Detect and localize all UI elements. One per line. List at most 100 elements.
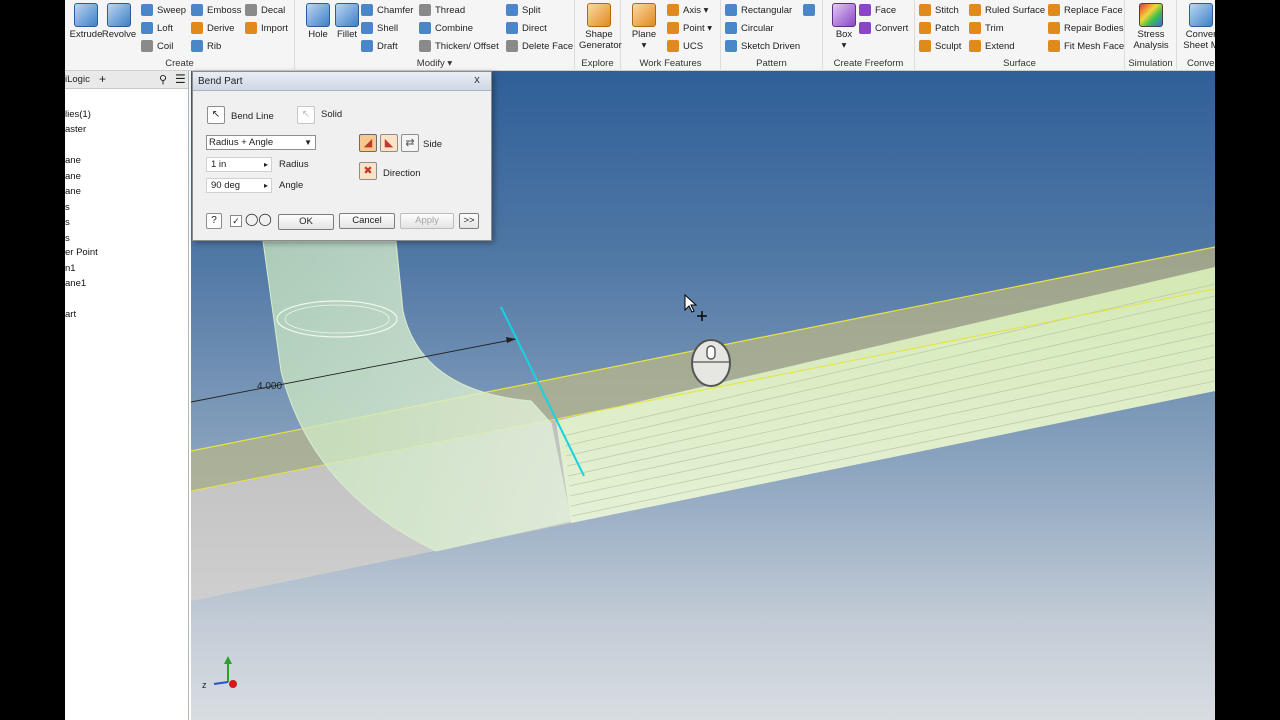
freeform-convert-button[interactable]: Convert bbox=[859, 20, 908, 36]
repair-bodies-button[interactable]: Repair Bodies bbox=[1048, 20, 1124, 36]
pattern-group-label: Pattern bbox=[756, 58, 787, 69]
shell-button[interactable]: Shell bbox=[361, 20, 398, 36]
view-triad[interactable]: z bbox=[200, 652, 246, 698]
fillet-icon bbox=[335, 3, 359, 27]
radius-input[interactable]: 1 in ▸ bbox=[206, 157, 272, 172]
patch-button[interactable]: Patch bbox=[919, 20, 959, 36]
extend-icon bbox=[969, 40, 981, 52]
angle-input[interactable]: 90 deg ▸ bbox=[206, 178, 272, 193]
dialog-titlebar[interactable]: Bend Part x bbox=[193, 72, 491, 91]
thicken-offset-button[interactable]: Thicken/ Offset bbox=[419, 38, 499, 54]
search-icon[interactable]: ⚲ bbox=[159, 73, 167, 86]
modify-group-label[interactable]: Modify ▾ bbox=[295, 58, 574, 69]
plane-button[interactable]: Plane ▾ bbox=[625, 2, 663, 51]
ribbon-group-simulation: Stress Analysis Simulation bbox=[1125, 0, 1177, 71]
import-button[interactable]: Import bbox=[245, 20, 288, 36]
circular-pattern-button[interactable]: Circular bbox=[725, 20, 774, 36]
browser-tree-item[interactable]: ane bbox=[65, 186, 81, 197]
plane-icon bbox=[632, 3, 656, 27]
freeform-face-button[interactable]: Face bbox=[859, 2, 896, 18]
ruled-surface-button[interactable]: Ruled Surface bbox=[969, 2, 1045, 18]
solid-select-button[interactable]: ↖ bbox=[297, 106, 315, 124]
coil-button[interactable]: Coil bbox=[141, 38, 173, 54]
trim-button[interactable]: Trim bbox=[969, 20, 1004, 36]
convert-sheet-metal-button[interactable]: Conver Sheet M bbox=[1181, 2, 1215, 51]
browser-tree-item[interactable]: ane bbox=[65, 155, 81, 166]
browser-tree-item[interactable]: art bbox=[65, 309, 76, 320]
shape-generator-button[interactable]: Shape Generator bbox=[579, 2, 622, 51]
sculpt-button[interactable]: Sculpt bbox=[919, 38, 961, 54]
stress-analysis-button[interactable]: Stress Analysis bbox=[1131, 2, 1171, 51]
stitch-icon bbox=[919, 4, 931, 16]
loft-button[interactable]: Loft bbox=[141, 20, 173, 36]
dimension-value[interactable]: 4.000 bbox=[257, 381, 282, 392]
convert-group-label: Conve bbox=[1187, 58, 1215, 69]
chevron-right-icon[interactable]: ▸ bbox=[264, 158, 268, 171]
chamfer-button[interactable]: Chamfer bbox=[361, 2, 413, 18]
ucs-button[interactable]: UCS bbox=[667, 38, 703, 54]
ok-button[interactable]: OK bbox=[278, 214, 334, 230]
cancel-button[interactable]: Cancel bbox=[339, 213, 395, 229]
freeform-face-icon bbox=[859, 4, 871, 16]
direction-label: Direction bbox=[383, 168, 421, 179]
arrow-cursor-icon: ↖ bbox=[211, 109, 221, 120]
replace-face-button[interactable]: Replace Face bbox=[1048, 2, 1123, 18]
stitch-button[interactable]: Stitch bbox=[919, 2, 959, 18]
axis-button[interactable]: Axis ▾ bbox=[667, 2, 708, 18]
menu-icon[interactable]: ☰ bbox=[175, 72, 186, 86]
browser-tree-item[interactable]: s bbox=[65, 202, 70, 213]
browser-tree-item[interactable]: n1 bbox=[65, 263, 76, 274]
sketch-driven-pattern-button[interactable]: Sketch Driven bbox=[725, 38, 800, 54]
browser-tree-item[interactable]: lies(1) bbox=[65, 109, 91, 120]
fit-mesh-face-button[interactable]: Fit Mesh Face bbox=[1048, 38, 1124, 54]
close-icon[interactable]: x bbox=[469, 73, 485, 87]
derive-button[interactable]: Derive bbox=[191, 20, 234, 36]
browser-tree-item[interactable]: s bbox=[65, 217, 70, 228]
freeform-convert-icon bbox=[859, 22, 871, 34]
preview-checkbox[interactable]: ✓ bbox=[230, 215, 242, 227]
apply-button[interactable]: Apply bbox=[400, 213, 454, 229]
side-right-toggle[interactable]: ◣ bbox=[380, 134, 398, 152]
point-button[interactable]: Point ▾ bbox=[667, 20, 712, 36]
split-button[interactable]: Split bbox=[506, 2, 540, 18]
chevron-right-icon[interactable]: ▸ bbox=[264, 179, 268, 192]
sweep-button[interactable]: Sweep bbox=[141, 2, 186, 18]
work-features-group-label: Work Features bbox=[639, 58, 702, 69]
rectangular-pattern-icon bbox=[725, 4, 737, 16]
convert-sheet-metal-icon bbox=[1189, 3, 1213, 27]
more-button[interactable]: >> bbox=[459, 213, 479, 229]
sculpt-icon bbox=[919, 40, 931, 52]
bend-method-dropdown[interactable]: Radius + Angle ▼ bbox=[206, 135, 316, 150]
browser-tree-item[interactable]: ane bbox=[65, 171, 81, 182]
browser-tab-ilogic[interactable]: iLogic bbox=[65, 74, 90, 85]
direct-button[interactable]: Direct bbox=[506, 20, 547, 36]
mirror-button[interactable] bbox=[803, 2, 819, 18]
thicken-offset-icon bbox=[419, 40, 431, 52]
sweep-icon bbox=[141, 4, 153, 16]
draft-button[interactable]: Draft bbox=[361, 38, 398, 54]
combine-button[interactable]: Combine bbox=[419, 20, 473, 36]
browser-tree-item[interactable]: s bbox=[65, 233, 70, 244]
browser-header: iLogic + ⚲ ☰ bbox=[65, 71, 188, 89]
browser-tree-item[interactable]: ane1 bbox=[65, 278, 86, 289]
ribbon-group-freeform: Box ▾ Face Convert Create Freeform bbox=[823, 0, 915, 71]
add-tab-button[interactable]: + bbox=[99, 72, 106, 86]
browser-tree-item[interactable]: aster bbox=[65, 124, 86, 135]
delete-face-button[interactable]: Delete Face bbox=[506, 38, 573, 54]
patch-icon bbox=[919, 22, 931, 34]
help-button[interactable]: ? bbox=[206, 213, 222, 229]
thread-button[interactable]: Thread bbox=[419, 2, 465, 18]
thread-icon bbox=[419, 4, 431, 16]
box-button[interactable]: Box ▾ bbox=[825, 2, 863, 51]
direction-toggle[interactable]: ✖ bbox=[359, 162, 377, 180]
extend-button[interactable]: Extend bbox=[969, 38, 1015, 54]
revolve-button[interactable]: Revolve bbox=[100, 2, 138, 46]
side-left-toggle[interactable]: ◢ bbox=[359, 134, 377, 152]
side-both-toggle[interactable]: ⇄ bbox=[401, 134, 419, 152]
decal-button[interactable]: Decal bbox=[245, 2, 285, 18]
rib-button[interactable]: Rib bbox=[191, 38, 221, 54]
rectangular-pattern-button[interactable]: Rectangular bbox=[725, 2, 792, 18]
bend-line-select-button[interactable]: ↖ bbox=[207, 106, 225, 124]
browser-tree-item[interactable]: er Point bbox=[65, 247, 98, 258]
emboss-button[interactable]: Emboss bbox=[191, 2, 241, 18]
